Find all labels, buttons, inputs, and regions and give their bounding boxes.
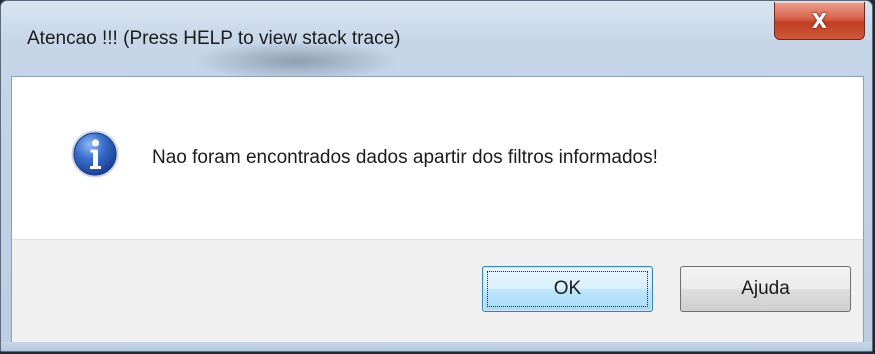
message-area: Nao foram encontrados dados apartir dos … xyxy=(12,77,863,239)
close-icon: X xyxy=(811,8,828,33)
button-bar: OK Ajuda xyxy=(12,239,863,343)
window-bottom-border xyxy=(1,342,872,351)
dialog-client-area: Nao foram encontrados dados apartir dos … xyxy=(11,76,864,344)
help-button-label: Ajuda xyxy=(741,278,790,299)
help-button[interactable]: Ajuda xyxy=(680,266,851,312)
title-bar[interactable]: Atencao !!! (Press HELP to view stack tr… xyxy=(1,1,872,81)
info-icon xyxy=(71,130,119,178)
window-title: Atencao !!! (Press HELP to view stack tr… xyxy=(27,28,401,49)
dialog-message: Nao foram encontrados dados apartir dos … xyxy=(152,147,658,168)
dialog-window: Atencao !!! (Press HELP to view stack tr… xyxy=(0,0,873,352)
close-button[interactable]: X xyxy=(774,2,865,40)
focus-rectangle xyxy=(487,271,648,307)
ok-button[interactable]: OK xyxy=(482,266,653,312)
